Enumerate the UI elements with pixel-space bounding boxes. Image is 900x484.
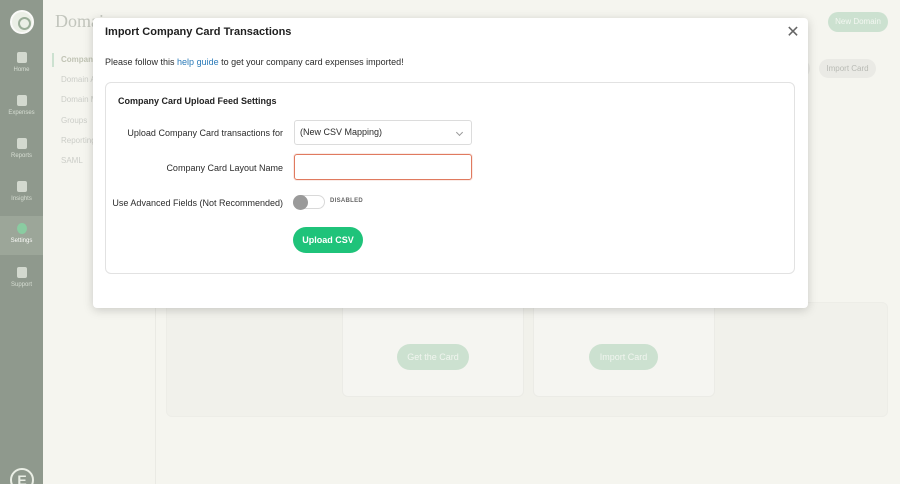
modal-title: Import Company Card Transactions — [105, 26, 292, 38]
layout-name-label: Company Card Layout Name — [166, 163, 283, 173]
intro-text-before: Please follow this — [105, 57, 178, 67]
intro-text-after: to get your company card expenses import… — [218, 57, 404, 67]
panel-title: Company Card Upload Feed Settings — [118, 96, 277, 106]
advanced-fields-label: Use Advanced Fields (Not Recommended) — [112, 198, 283, 208]
csv-mapping-select[interactable]: (New CSV Mapping) — [294, 120, 472, 145]
csv-mapping-value: (New CSV Mapping) — [300, 127, 383, 137]
upload-feed-settings-panel: Company Card Upload Feed Settings Upload… — [105, 82, 795, 274]
import-company-card-modal: Import Company Card Transactions ✕ Pleas… — [93, 18, 808, 308]
upload-csv-button[interactable]: Upload CSV — [293, 227, 363, 253]
close-icon[interactable]: ✕ — [785, 25, 801, 41]
advanced-fields-status: DISABLED — [330, 198, 364, 204]
chevron-down-icon — [455, 128, 464, 137]
upload-for-label: Upload Company Card transactions for — [127, 128, 283, 138]
advanced-fields-toggle[interactable] — [293, 195, 325, 210]
modal-intro: Please follow this help guide to get you… — [105, 57, 404, 67]
layout-name-input[interactable] — [294, 154, 472, 180]
toggle-knob — [293, 195, 308, 210]
help-guide-link[interactable]: help guide — [177, 57, 219, 67]
